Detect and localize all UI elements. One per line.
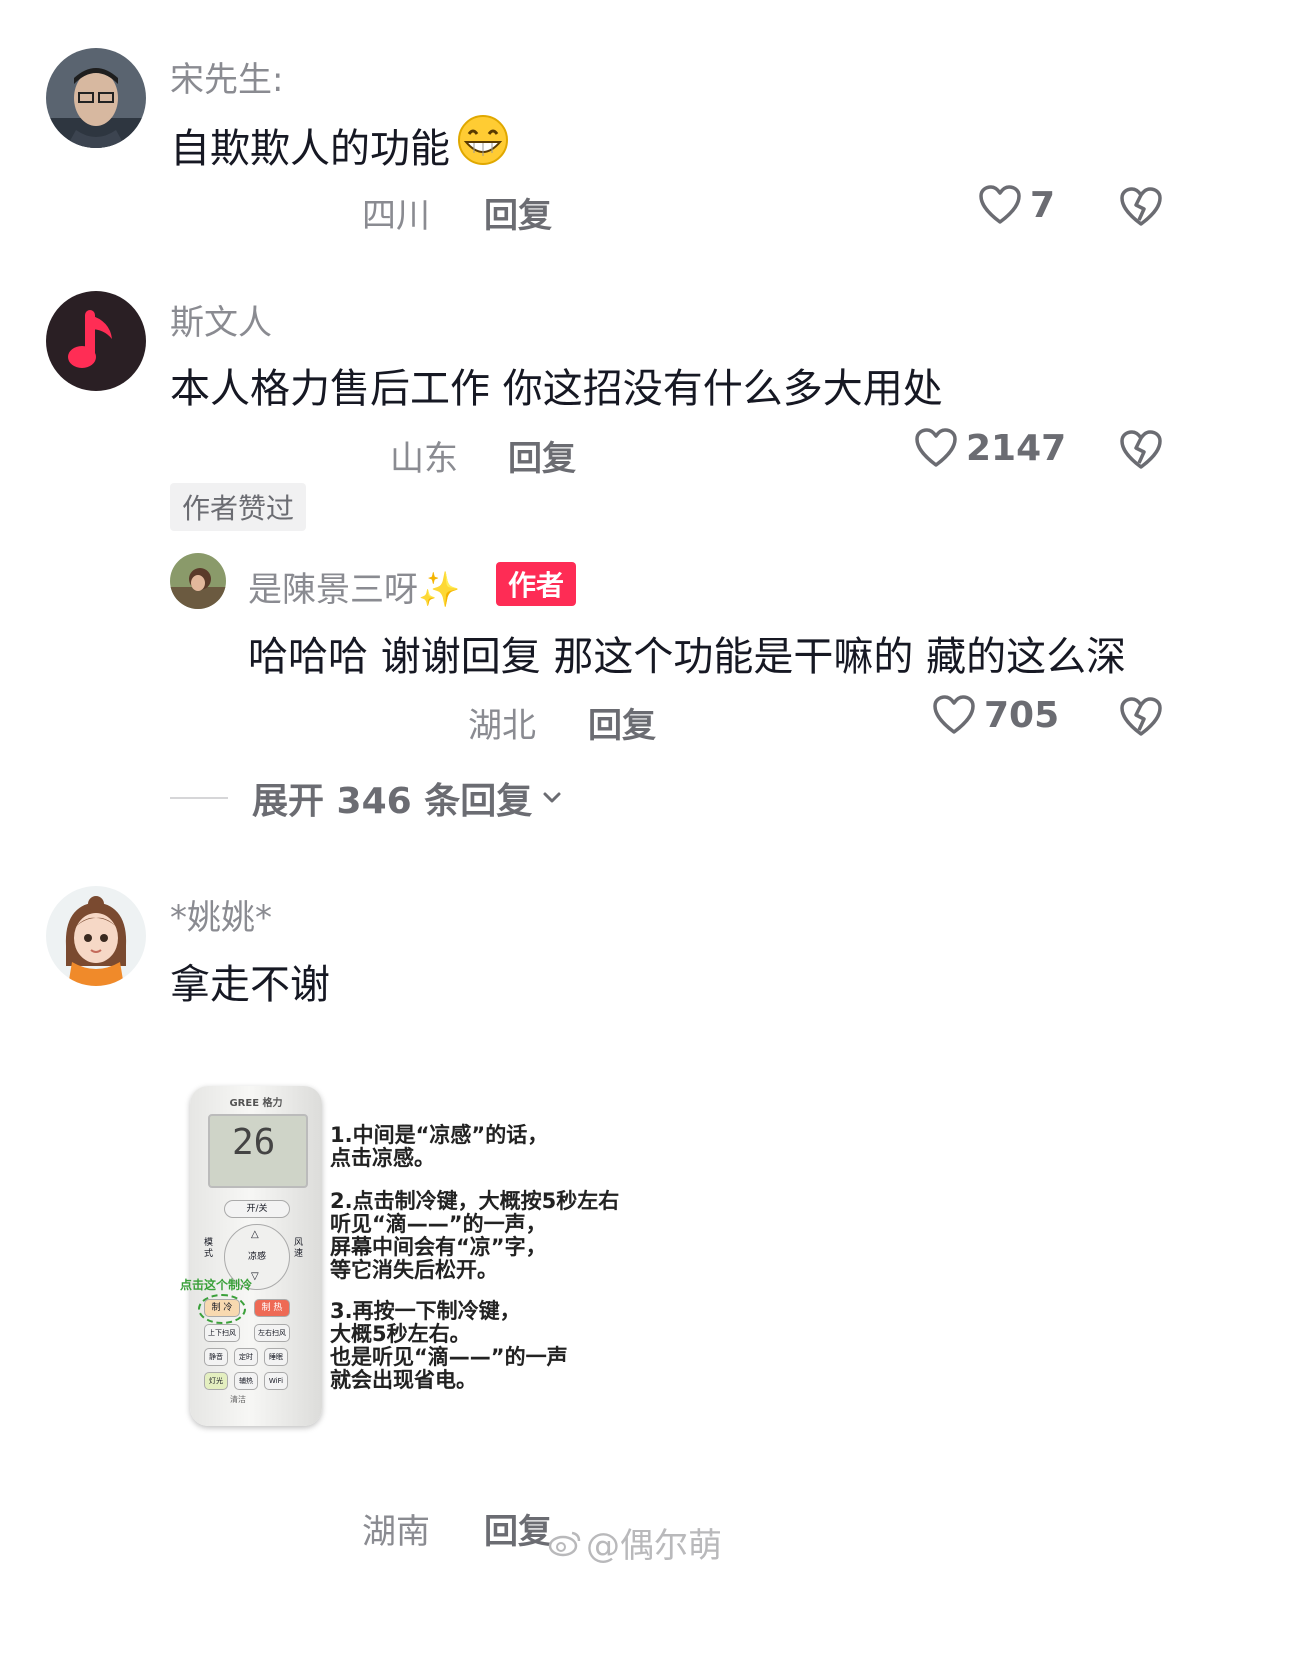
comment-location: 山东 [390, 439, 458, 479]
remote-mode-key: 模式 [204, 1238, 214, 1259]
avatar[interactable] [46, 48, 146, 148]
avatar-portrait-icon [46, 48, 146, 148]
dislike-button[interactable] [1118, 696, 1164, 742]
like-button[interactable]: 705 [932, 694, 1059, 736]
instruction-step-2: 2.点击制冷键，大概按5秒左右 听见“滴——”的一声， 屏幕中间会有“凉”字， … [330, 1189, 620, 1282]
remote-screen: 26 [208, 1114, 308, 1188]
heart-icon [933, 695, 975, 734]
watermark-text: @偶尔萌 [586, 1526, 722, 1566]
reply-username[interactable]: 是陳景三呀✨ [248, 562, 460, 611]
like-button[interactable]: 7 [978, 184, 1055, 226]
author-liked-badge: 作者赞过 [170, 483, 307, 531]
remote-heat-key: 制 热 [254, 1299, 290, 1317]
expand-replies-label: 展开 346 条回复 [252, 781, 533, 822]
up-arrow-icon: △ [251, 1229, 259, 1240]
remote-quiet-key: 静音 [204, 1348, 228, 1366]
like-count: 2147 [966, 427, 1067, 469]
music-note-icon [46, 291, 146, 391]
comment-location: 湖南 [362, 1512, 430, 1552]
broken-heart-icon [1120, 187, 1162, 226]
comment-text-body: 自欺欺人的功能 [170, 126, 450, 172]
broken-heart-icon [1120, 430, 1162, 469]
author-badge: 作者 [496, 562, 577, 606]
remote-clean-key: 清洁 [230, 1395, 246, 1404]
comment-text: 本人格力售后工作 你这招没有什么多大用处 [170, 366, 943, 412]
dislike-button[interactable] [1118, 186, 1164, 232]
remote-control: GREE 格力 26 开/关 凉感 △ ▽ 模式 风速 点击这个制冷 制 冷 制… [180, 1086, 322, 1426]
reply-button[interactable]: 回复 [484, 1504, 552, 1553]
divider [170, 797, 228, 799]
weibo-logo-icon [548, 1531, 581, 1556]
comment-username[interactable]: 宋先生: [170, 52, 283, 101]
expand-replies-button[interactable]: 展开 346 条回复 [170, 772, 564, 824]
remote-annotation: 点击这个制冷 [180, 1278, 253, 1292]
remote-timer-key: 定时 [234, 1348, 258, 1366]
remote-brand: GREE 格力 [229, 1098, 283, 1109]
comment-text: 自欺欺人的功能 [170, 114, 512, 176]
comment-location: 四川 [362, 196, 430, 236]
watermark: @偶尔萌 [548, 1518, 722, 1567]
remote-cool-key: 制 冷 [204, 1299, 240, 1317]
grinning-face-icon [454, 114, 512, 176]
comment-text: 拿走不谢 [170, 962, 330, 1008]
avatar[interactable] [46, 886, 146, 986]
remote-aux-heat-key: 辅热 [234, 1372, 258, 1390]
remote-light-key: 灯光 [204, 1372, 228, 1390]
avatar-cartoon-girl-icon [46, 886, 146, 986]
remote-power-key: 开/关 [224, 1200, 290, 1218]
like-count: 7 [1030, 184, 1056, 226]
reply-button[interactable]: 回复 [588, 698, 656, 747]
instruction-step-3: 3.再按一下制冷键， 大概5秒左右。 也是听见“滴——”的一声 就会出现省电。 [330, 1299, 568, 1392]
remote-cool-feel-key: 凉感 [247, 1252, 266, 1262]
like-button[interactable]: 2147 [914, 427, 1066, 469]
remote-temperature: 26 [232, 1122, 276, 1163]
heart-icon [979, 185, 1021, 224]
comment-username[interactable]: *姚姚* [170, 890, 272, 939]
comment-username[interactable]: 斯文人 [170, 295, 272, 344]
remote-wifi-key: WiFi [264, 1372, 288, 1390]
reply-location: 湖北 [468, 706, 536, 746]
reply-text: 哈哈哈 谢谢回复 那这个功能是干嘛的 藏的这么深 [248, 634, 1127, 680]
dislike-button[interactable] [1118, 429, 1164, 475]
remote-swing-lr-key: 左右扫风 [254, 1324, 290, 1342]
reply-button[interactable]: 回复 [508, 431, 576, 480]
remote-fan-key: 风速 [294, 1238, 304, 1259]
remote-swing-ud-key: 上下扫风 [204, 1324, 240, 1342]
broken-heart-icon [1120, 697, 1162, 736]
reply-button[interactable]: 回复 [484, 188, 552, 237]
remote-sleep-key: 睡眠 [264, 1348, 288, 1366]
heart-icon [915, 428, 957, 467]
avatar-photo-icon [170, 553, 226, 609]
avatar[interactable] [46, 291, 146, 391]
down-arrow-icon: ▽ [251, 1271, 259, 1282]
comment-image[interactable]: GREE 格力 26 开/关 凉感 △ ▽ 模式 风速 点击这个制冷 制 冷 制… [170, 1026, 638, 1478]
avatar[interactable] [170, 553, 226, 609]
chevron-down-icon [543, 792, 561, 803]
like-count: 705 [984, 694, 1060, 736]
instruction-step-1: 1.中间是“凉感”的话， 点击凉感。 [330, 1123, 549, 1170]
